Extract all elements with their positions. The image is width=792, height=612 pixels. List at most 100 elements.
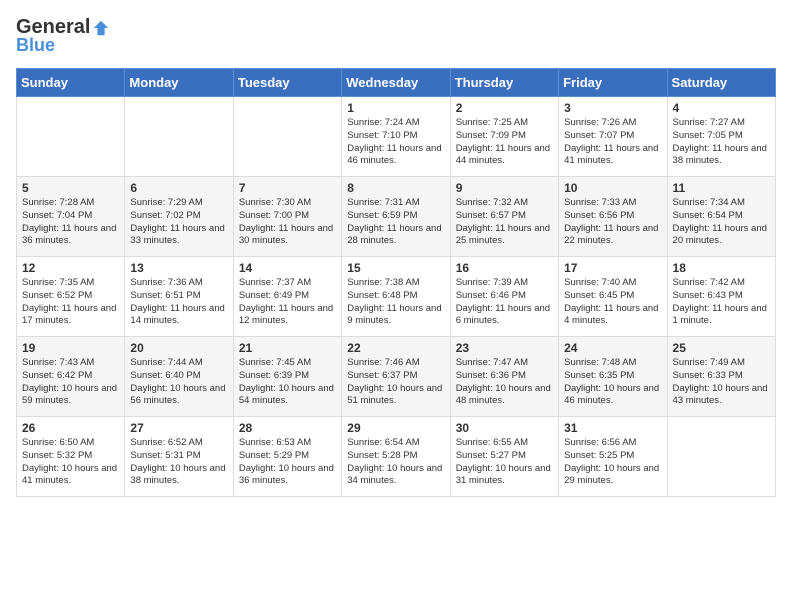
day-info: Sunrise: 7:40 AM Sunset: 6:45 PM Dayligh… [564,277,661,328]
day-number: 4 [673,101,770,115]
calendar-cell [17,97,125,177]
day-info: Sunrise: 7:42 AM Sunset: 6:43 PM Dayligh… [673,277,770,328]
day-info: Sunrise: 7:34 AM Sunset: 6:54 PM Dayligh… [673,197,770,248]
day-number: 10 [564,181,661,195]
calendar-cell: 27 Sunrise: 6:52 AM Sunset: 5:31 PM Dayl… [125,417,233,497]
calendar-cell: 8 Sunrise: 7:31 AM Sunset: 6:59 PM Dayli… [342,177,450,257]
day-info: Sunrise: 7:24 AM Sunset: 7:10 PM Dayligh… [347,117,444,168]
calendar-cell: 13 Sunrise: 7:36 AM Sunset: 6:51 PM Dayl… [125,257,233,337]
day-number: 1 [347,101,444,115]
day-number: 9 [456,181,553,195]
day-info: Sunrise: 7:32 AM Sunset: 6:57 PM Dayligh… [456,197,553,248]
calendar-cell: 31 Sunrise: 6:56 AM Sunset: 5:25 PM Dayl… [559,417,667,497]
calendar-cell: 21 Sunrise: 7:45 AM Sunset: 6:39 PM Dayl… [233,337,341,417]
weekday-header-row: SundayMondayTuesdayWednesdayThursdayFrid… [17,69,776,97]
calendar-week-row: 26 Sunrise: 6:50 AM Sunset: 5:32 PM Dayl… [17,417,776,497]
calendar-cell: 1 Sunrise: 7:24 AM Sunset: 7:10 PM Dayli… [342,97,450,177]
day-number: 2 [456,101,553,115]
logo-icon [92,19,110,37]
day-info: Sunrise: 6:55 AM Sunset: 5:27 PM Dayligh… [456,437,553,488]
day-number: 25 [673,341,770,355]
day-info: Sunrise: 7:27 AM Sunset: 7:05 PM Dayligh… [673,117,770,168]
day-number: 20 [130,341,227,355]
day-number: 6 [130,181,227,195]
calendar-cell: 16 Sunrise: 7:39 AM Sunset: 6:46 PM Dayl… [450,257,558,337]
day-info: Sunrise: 7:33 AM Sunset: 6:56 PM Dayligh… [564,197,661,248]
day-number: 16 [456,261,553,275]
calendar-cell [233,97,341,177]
day-info: Sunrise: 6:54 AM Sunset: 5:28 PM Dayligh… [347,437,444,488]
day-number: 7 [239,181,336,195]
day-number: 18 [673,261,770,275]
day-number: 22 [347,341,444,355]
calendar-week-row: 19 Sunrise: 7:43 AM Sunset: 6:42 PM Dayl… [17,337,776,417]
calendar-week-row: 12 Sunrise: 7:35 AM Sunset: 6:52 PM Dayl… [17,257,776,337]
weekday-header-monday: Monday [125,69,233,97]
calendar-cell: 12 Sunrise: 7:35 AM Sunset: 6:52 PM Dayl… [17,257,125,337]
day-info: Sunrise: 7:25 AM Sunset: 7:09 PM Dayligh… [456,117,553,168]
day-info: Sunrise: 6:56 AM Sunset: 5:25 PM Dayligh… [564,437,661,488]
day-number: 23 [456,341,553,355]
day-number: 29 [347,421,444,435]
weekday-header-saturday: Saturday [667,69,775,97]
weekday-header-tuesday: Tuesday [233,69,341,97]
day-number: 27 [130,421,227,435]
day-info: Sunrise: 7:48 AM Sunset: 6:35 PM Dayligh… [564,357,661,408]
calendar-cell: 26 Sunrise: 6:50 AM Sunset: 5:32 PM Dayl… [17,417,125,497]
calendar-cell: 5 Sunrise: 7:28 AM Sunset: 7:04 PM Dayli… [17,177,125,257]
day-info: Sunrise: 7:28 AM Sunset: 7:04 PM Dayligh… [22,197,119,248]
calendar-cell: 24 Sunrise: 7:48 AM Sunset: 6:35 PM Dayl… [559,337,667,417]
weekday-header-thursday: Thursday [450,69,558,97]
day-info: Sunrise: 6:50 AM Sunset: 5:32 PM Dayligh… [22,437,119,488]
day-number: 12 [22,261,119,275]
calendar-week-row: 1 Sunrise: 7:24 AM Sunset: 7:10 PM Dayli… [17,97,776,177]
calendar-cell: 19 Sunrise: 7:43 AM Sunset: 6:42 PM Dayl… [17,337,125,417]
calendar-cell: 18 Sunrise: 7:42 AM Sunset: 6:43 PM Dayl… [667,257,775,337]
day-number: 11 [673,181,770,195]
day-info: Sunrise: 7:47 AM Sunset: 6:36 PM Dayligh… [456,357,553,408]
day-info: Sunrise: 7:37 AM Sunset: 6:49 PM Dayligh… [239,277,336,328]
calendar-cell: 11 Sunrise: 7:34 AM Sunset: 6:54 PM Dayl… [667,177,775,257]
day-number: 28 [239,421,336,435]
day-number: 24 [564,341,661,355]
day-info: Sunrise: 6:53 AM Sunset: 5:29 PM Dayligh… [239,437,336,488]
day-number: 8 [347,181,444,195]
calendar-cell: 25 Sunrise: 7:49 AM Sunset: 6:33 PM Dayl… [667,337,775,417]
calendar-cell [125,97,233,177]
day-number: 13 [130,261,227,275]
day-info: Sunrise: 7:31 AM Sunset: 6:59 PM Dayligh… [347,197,444,248]
calendar-cell: 14 Sunrise: 7:37 AM Sunset: 6:49 PM Dayl… [233,257,341,337]
calendar-cell: 20 Sunrise: 7:44 AM Sunset: 6:40 PM Dayl… [125,337,233,417]
day-number: 26 [22,421,119,435]
day-info: Sunrise: 6:52 AM Sunset: 5:31 PM Dayligh… [130,437,227,488]
calendar-cell: 17 Sunrise: 7:40 AM Sunset: 6:45 PM Dayl… [559,257,667,337]
calendar-cell: 28 Sunrise: 6:53 AM Sunset: 5:29 PM Dayl… [233,417,341,497]
day-info: Sunrise: 7:49 AM Sunset: 6:33 PM Dayligh… [673,357,770,408]
day-info: Sunrise: 7:35 AM Sunset: 6:52 PM Dayligh… [22,277,119,328]
calendar-cell: 3 Sunrise: 7:26 AM Sunset: 7:07 PM Dayli… [559,97,667,177]
calendar-cell: 4 Sunrise: 7:27 AM Sunset: 7:05 PM Dayli… [667,97,775,177]
calendar-week-row: 5 Sunrise: 7:28 AM Sunset: 7:04 PM Dayli… [17,177,776,257]
calendar-cell [667,417,775,497]
day-info: Sunrise: 7:44 AM Sunset: 6:40 PM Dayligh… [130,357,227,408]
day-number: 21 [239,341,336,355]
calendar-cell: 22 Sunrise: 7:46 AM Sunset: 6:37 PM Dayl… [342,337,450,417]
day-number: 3 [564,101,661,115]
calendar-cell: 23 Sunrise: 7:47 AM Sunset: 6:36 PM Dayl… [450,337,558,417]
day-number: 17 [564,261,661,275]
weekday-header-sunday: Sunday [17,69,125,97]
day-number: 31 [564,421,661,435]
logo: General Blue [16,16,110,56]
day-info: Sunrise: 7:26 AM Sunset: 7:07 PM Dayligh… [564,117,661,168]
day-info: Sunrise: 7:43 AM Sunset: 6:42 PM Dayligh… [22,357,119,408]
weekday-header-wednesday: Wednesday [342,69,450,97]
calendar-cell: 10 Sunrise: 7:33 AM Sunset: 6:56 PM Dayl… [559,177,667,257]
logo-blue-text: Blue [16,35,55,56]
calendar-cell: 6 Sunrise: 7:29 AM Sunset: 7:02 PM Dayli… [125,177,233,257]
calendar-cell: 30 Sunrise: 6:55 AM Sunset: 5:27 PM Dayl… [450,417,558,497]
day-info: Sunrise: 7:39 AM Sunset: 6:46 PM Dayligh… [456,277,553,328]
day-number: 5 [22,181,119,195]
day-number: 14 [239,261,336,275]
day-number: 15 [347,261,444,275]
day-info: Sunrise: 7:38 AM Sunset: 6:48 PM Dayligh… [347,277,444,328]
